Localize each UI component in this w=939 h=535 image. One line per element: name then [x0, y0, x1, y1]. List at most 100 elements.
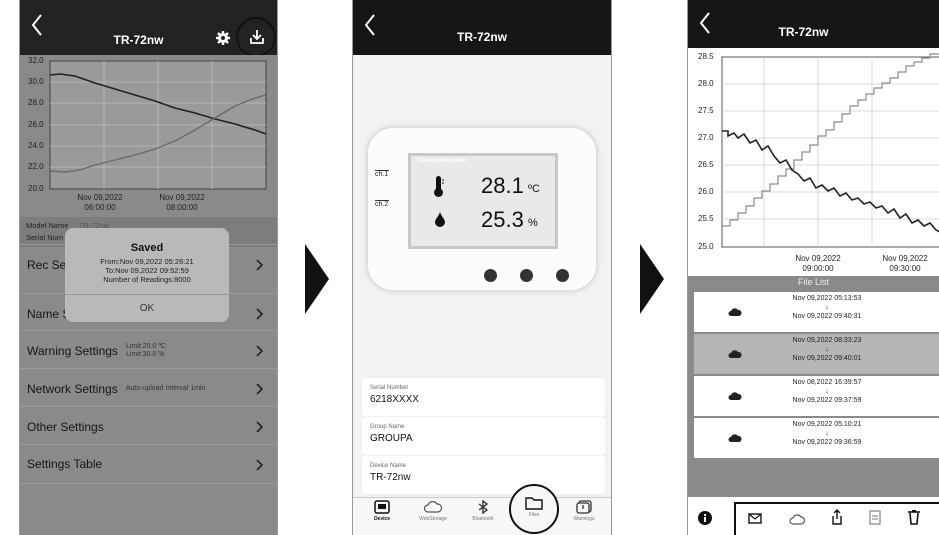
mail-icon[interactable] — [748, 513, 762, 524]
warning-limit-hum: Limit:30.0 % — [125, 350, 165, 358]
device-name-field[interactable]: Device Name TR-72nw — [362, 456, 605, 494]
setting-sub: Limit:20.0 ºC Limit:30.0 % — [126, 343, 166, 359]
y-tick: 25.0 — [698, 242, 714, 251]
ok-button[interactable]: OK — [65, 294, 229, 322]
y-tick: 30.0 — [28, 77, 44, 86]
y-tick: 28.0 — [698, 79, 714, 88]
x-label-date: Nov 09,2022 — [77, 193, 123, 202]
cloud-icon — [728, 434, 742, 442]
y-tick: 28.0 — [28, 98, 44, 107]
humidity-drop-icon — [435, 211, 445, 227]
x-label: Nov 09,2022 09:30:00 — [870, 254, 939, 274]
device-illustration: ch.1 ch.2 Thermo Recorder 28.1 ºC 25.3 % — [367, 127, 597, 291]
down-arrow-icon: ↓ — [825, 304, 829, 311]
trash-icon[interactable] — [908, 510, 920, 525]
y-tick: 28.5 — [698, 52, 714, 61]
download-icon — [250, 30, 264, 44]
tab-files[interactable]: Files — [509, 484, 559, 534]
field-value: TR-72nw — [370, 472, 411, 483]
y-tick: 32.0 — [28, 56, 44, 65]
temperature-unit: ºC — [528, 183, 540, 195]
group-name-field[interactable]: Group Name GROUPA — [362, 417, 605, 455]
setting-table[interactable]: Settings Table — [20, 444, 277, 484]
setting-network[interactable]: Network Settings Auto-upload Interval 1m… — [20, 368, 277, 408]
tab-webstorage[interactable]: WebStorage — [408, 500, 458, 522]
field-value: GROUPA — [370, 433, 413, 444]
file-from: Nov 09,2022 05:10:21 — [792, 421, 862, 428]
tab-label: WebStorage — [419, 516, 447, 522]
phone-screen-device: TR-72nw ch.1 ch.2 Thermo Recorder 28.1 º… — [352, 0, 612, 535]
field-label: Device Name — [370, 463, 407, 469]
channel-1-label: ch.1 — [375, 170, 389, 178]
x-label-date: Nov 09,2022 — [795, 254, 841, 263]
y-tick: 24.0 — [28, 141, 44, 150]
setting-warning[interactable]: Warning Settings Limit:20.0 ºC Limit:30.… — [20, 330, 277, 370]
device-title: TR-72nw — [456, 30, 507, 44]
dialog-to: To:Nov 09,2022 09:52:59 — [105, 266, 189, 275]
chevron-right-icon — [256, 459, 264, 471]
x-label-date: Nov 09,2022 — [882, 254, 928, 263]
file-to: Nov 09,2022 09:37:59 — [792, 397, 862, 404]
file-to: Nov 09,2022 09:40:01 — [792, 355, 862, 362]
file-row[interactable]: Nov 09,2022 05:13:53 ↓ Nov 09,2022 09:40… — [694, 292, 939, 332]
tab-warnings[interactable]: Warnings — [559, 500, 609, 522]
file-from: Nov 08,2022 16:39:57 — [792, 379, 862, 386]
y-tick: 27.5 — [698, 106, 714, 115]
field-label: Group Name — [370, 424, 405, 430]
tab-label: Warnings — [573, 516, 595, 522]
tab-device[interactable]: Device — [357, 500, 407, 522]
down-arrow-icon: ↓ — [825, 430, 829, 437]
step-arrow-icon — [305, 244, 329, 314]
file-range: Nov 09,2022 08:33:23 ↓ Nov 09,2022 09:40… — [772, 336, 882, 363]
top-bar: TR-72nw — [20, 0, 277, 57]
chart-plot — [49, 60, 267, 190]
down-arrow-icon: ↓ — [825, 388, 829, 395]
gear-icon[interactable] — [216, 31, 230, 45]
saved-dialog: Saved From:Nov 09,2022 05:26:21 To:Nov 0… — [65, 228, 229, 322]
cloud-icon — [728, 392, 742, 400]
down-arrow-icon: ↓ — [825, 346, 829, 353]
dialog-title: Saved — [130, 242, 164, 254]
file-range: Nov 09,2022 05:13:53 ↓ Nov 09,2022 09:40… — [772, 294, 882, 321]
device-display: Thermo Recorder 28.1 ºC 25.3 % — [408, 153, 558, 249]
model-name-label: Model Name — [26, 221, 69, 230]
chevron-right-icon — [256, 259, 264, 271]
humidity-value: 25.3 — [481, 207, 524, 232]
bottom-tab-bar: Device WebStorage Bluetooth Files Warnin… — [353, 484, 611, 535]
step-arrow-icon — [640, 244, 664, 314]
chart-plot — [721, 53, 939, 248]
share-icon[interactable] — [831, 509, 843, 525]
folder-icon — [525, 497, 543, 510]
info-icon[interactable] — [698, 511, 712, 525]
x-label-time: 09:30:00 — [889, 264, 921, 273]
y-tick: 26.5 — [698, 160, 714, 169]
cloud-upload-icon[interactable] — [789, 514, 806, 525]
file-row-selected[interactable]: Nov 09,2022 08:33:23 ↓ Nov 09,2022 09:40… — [694, 334, 939, 374]
chevron-right-icon — [256, 383, 264, 395]
x-label: Nov 09,2022 09:00:00 — [783, 254, 853, 274]
file-chart[interactable]: 28.5 28.0 27.5 27.0 26.5 26.0 25.5 25.0 … — [688, 48, 939, 276]
tab-bluetooth[interactable]: Bluetooth — [458, 499, 508, 522]
history-chart[interactable]: 32.0 30.0 28.0 26.0 24.0 22.0 20.0 Nov 0… — [20, 55, 277, 215]
field-label: Serial Number — [370, 385, 409, 391]
y-tick: 20.0 — [28, 184, 44, 193]
y-tick: 27.0 — [698, 133, 714, 142]
x-label-time: 08:00:00 — [166, 203, 198, 212]
setting-label: Other Settings — [27, 419, 104, 434]
temperature-value: 28.1 — [481, 173, 524, 198]
download-button[interactable] — [236, 17, 276, 57]
tab-label: Device — [373, 516, 391, 522]
file-row[interactable]: Nov 09,2022 05:10:21 ↓ Nov 09,2022 09:36… — [694, 418, 939, 458]
dialog-count: Number of Readings:8000 — [103, 275, 191, 284]
top-bar: TR-72nw — [353, 0, 611, 55]
file-row[interactable]: Nov 08,2022 16:39:57 ↓ Nov 09,2022 09:37… — [694, 376, 939, 416]
csv-file-icon[interactable] — [869, 510, 881, 525]
chevron-right-icon — [256, 308, 264, 320]
serial-number-field: Serial Number 6218XXXX — [362, 378, 605, 416]
tab-label: Bluetooth — [472, 516, 494, 522]
phone-screen-graph-saved: TR-72nw 32.0 30.0 28.0 26.0 24.0 22.0 20… — [19, 0, 278, 535]
file-from: Nov 09,2022 05:13:53 — [792, 295, 862, 302]
setting-other[interactable]: Other Settings — [20, 406, 277, 446]
humidity-unit: % — [528, 217, 538, 229]
cloud-icon — [728, 350, 742, 358]
